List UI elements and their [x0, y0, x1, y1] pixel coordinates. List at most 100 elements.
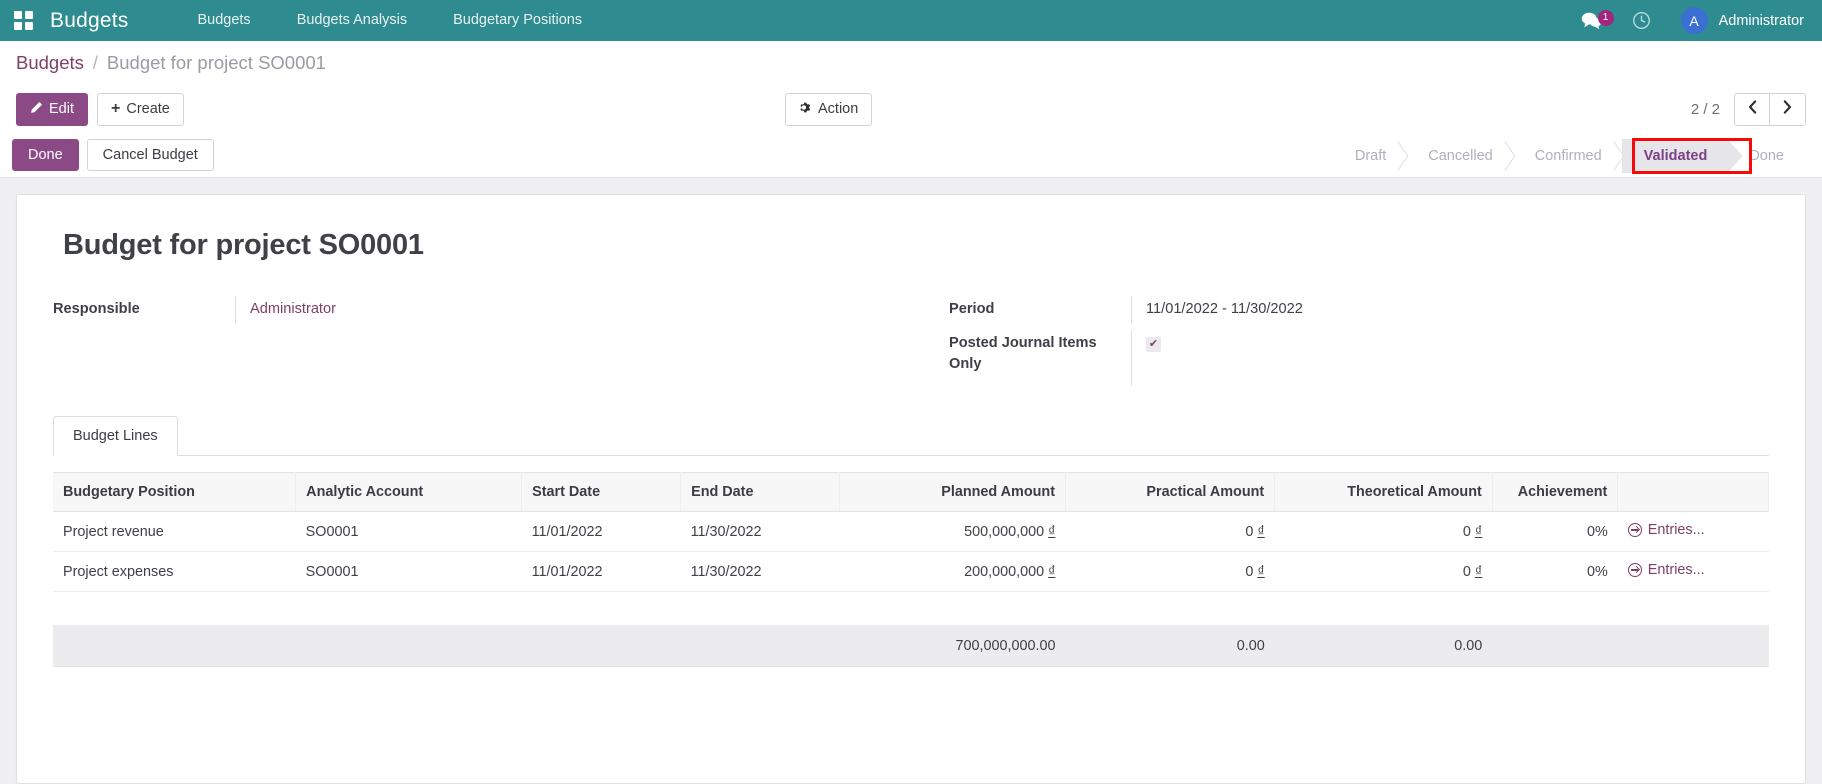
planned-amount-value: 500,000,000 — [964, 523, 1045, 540]
chevron-left-icon — [1748, 99, 1757, 119]
table-row[interactable]: Project expenses SO0001 11/01/2022 11/30… — [53, 551, 1769, 592]
entries-link[interactable]: Entries... — [1627, 522, 1705, 538]
table-header: Budgetary Position Analytic Account Star… — [53, 472, 1769, 512]
theoretical-amount-value: 0 — [1462, 563, 1471, 580]
record-pager: 2 / 2 — [1690, 92, 1806, 126]
menu-item-budgetary-positions[interactable]: Budgetary Positions — [430, 0, 605, 41]
plus-icon: + — [111, 100, 121, 117]
cell-start-date: 11/01/2022 — [521, 551, 681, 592]
create-button[interactable]: + Create — [97, 92, 184, 126]
posted-journal-items-only-checkbox[interactable]: ✔ — [1146, 337, 1161, 352]
form-column-left: Responsible Administrator — [53, 296, 911, 390]
empty-cell — [1492, 591, 1618, 626]
apps-grid-icon[interactable] — [14, 10, 34, 31]
totals-blank-3 — [521, 625, 681, 667]
field-period: Period 11/01/2022 - 11/30/2022 — [949, 296, 1709, 326]
totals-achievement — [1492, 625, 1618, 667]
empty-cell — [1065, 591, 1275, 626]
field-responsible-value: Administrator — [235, 296, 851, 323]
theoretical-amount-value: 0 — [1462, 523, 1471, 540]
form-sheet-background: Budget for project SO0001 Responsible Ad… — [0, 178, 1822, 784]
empty-cell — [295, 591, 522, 626]
cell-planned-amount: 500,000,000 ₫ — [839, 511, 1066, 552]
totals-planned-amount: 700,000,000.00 — [839, 625, 1066, 667]
cell-budgetary-position: Project revenue — [53, 511, 296, 552]
page-title: Budget for project SO0001 — [63, 229, 424, 261]
entries-link[interactable]: Entries... — [1627, 562, 1705, 578]
field-responsible-label: Responsible — [53, 301, 140, 317]
main-menu: Budgets Budgets Analysis Budgetary Posit… — [174, 0, 605, 41]
user-menu[interactable]: A Administrator — [1667, 7, 1804, 34]
cell-practical-amount: 0 ₫ — [1065, 511, 1275, 552]
cell-theoretical-amount: 0 ₫ — [1274, 511, 1493, 552]
totals-blank-4 — [680, 625, 840, 667]
pager-count-label: 2 / 2 — [1690, 100, 1720, 118]
totals-blank-1 — [53, 625, 296, 667]
pager-next-button[interactable] — [1770, 92, 1806, 126]
entries-link-label: Entries... — [1647, 562, 1705, 578]
field-posted-journal-items-only-label: Posted Journal Items Only — [949, 335, 1097, 372]
edit-button[interactable]: Edit — [16, 92, 88, 126]
menu-item-budgets[interactable]: Budgets — [174, 0, 273, 41]
totals-blank-5 — [1617, 625, 1769, 667]
empty-cell — [1274, 591, 1493, 626]
form-groups: Responsible Administrator Period 11/01/2… — [53, 296, 1769, 390]
breadcrumb-root-link[interactable]: Budgets — [16, 52, 84, 74]
field-period-label: Period — [949, 301, 995, 317]
cell-achievement: 0% — [1492, 511, 1618, 552]
empty-cell — [1617, 591, 1769, 626]
navbar-systray: 1 A Administrator — [1567, 7, 1804, 34]
table-row[interactable]: Project revenue SO0001 11/01/2022 11/30/… — [53, 511, 1769, 552]
stage-validated[interactable]: Validated — [1621, 138, 1743, 173]
cell-end-date: 11/30/2022 — [680, 511, 840, 552]
entries-link-label: Entries... — [1647, 522, 1705, 538]
cell-start-date: 11/01/2022 — [521, 511, 681, 552]
column-planned-amount: Planned Amount — [839, 472, 1067, 512]
user-name-label: Administrator — [1718, 12, 1804, 29]
tab-budget-lines[interactable]: Budget Lines — [53, 416, 178, 456]
done-button[interactable]: Done — [12, 139, 79, 171]
totals-practical-amount: 0.00 — [1065, 625, 1275, 667]
status-bar-buttons: Done Cancel Budget — [0, 139, 214, 171]
field-period-value: 11/01/2022 - 11/30/2022 — [1131, 296, 1709, 323]
planned-amount-currency: ₫ — [1048, 523, 1056, 540]
practical-amount-value: 0 — [1245, 563, 1254, 580]
table-footer: 700,000,000.00 0.00 0.00 — [53, 625, 1769, 667]
gear-icon — [799, 101, 812, 118]
breadcrumb-current: Budget for project SO0001 — [106, 52, 326, 73]
action-button[interactable]: Action — [785, 92, 873, 126]
stage-cancelled[interactable]: Cancelled — [1406, 139, 1513, 173]
pager-previous-button[interactable] — [1734, 92, 1770, 126]
stage-done[interactable]: Done — [1727, 139, 1804, 173]
responsible-link[interactable]: Administrator — [250, 301, 336, 317]
budget-lines-table: Budgetary Position Analytic Account Star… — [53, 472, 1769, 667]
totals-theoretical-amount: 0.00 — [1274, 625, 1493, 667]
field-posted-journal-items-only-value: ✔ — [1131, 330, 1709, 386]
form-column-right: Period 11/01/2022 - 11/30/2022 Posted Jo… — [911, 296, 1769, 390]
messages-badge-count: 1 — [1597, 10, 1614, 26]
cancel-budget-button[interactable]: Cancel Budget — [86, 139, 214, 171]
cell-end-date: 11/30/2022 — [680, 551, 840, 592]
planned-amount-currency: ₫ — [1048, 563, 1056, 580]
theoretical-amount-currency: ₫ — [1474, 563, 1483, 580]
column-theoretical-amount: Theoretical Amount — [1274, 472, 1493, 512]
status-bar: Done Cancel Budget Draft Cancelled Confi… — [0, 133, 1822, 178]
cell-achievement: 0% — [1492, 551, 1618, 592]
practical-amount-currency: ₫ — [1257, 523, 1265, 540]
table-body: Project revenue SO0001 11/01/2022 11/30/… — [53, 511, 1769, 626]
totals-blank-2 — [295, 625, 522, 667]
stage-draft[interactable]: Draft — [1333, 139, 1406, 173]
field-posted-journal-items-only: Posted Journal Items Only ✔ — [949, 330, 1709, 386]
cell-practical-amount: 0 ₫ — [1065, 551, 1275, 592]
clock-icon[interactable] — [1616, 11, 1667, 30]
stage-confirmed[interactable]: Confirmed — [1513, 139, 1622, 173]
cell-theoretical-amount: 0 ₫ — [1274, 551, 1493, 592]
totals-row: 700,000,000.00 0.00 0.00 — [53, 625, 1769, 667]
column-achievement: Achievement — [1492, 472, 1619, 512]
messages-icon[interactable]: 1 — [1567, 10, 1616, 30]
column-entries — [1617, 472, 1769, 512]
menu-item-budgets-analysis[interactable]: Budgets Analysis — [274, 0, 430, 41]
table-header-row: Budgetary Position Analytic Account Star… — [53, 472, 1769, 512]
cell-budgetary-position: Project expenses — [53, 551, 296, 592]
app-brand-title[interactable]: Budgets — [50, 9, 128, 33]
